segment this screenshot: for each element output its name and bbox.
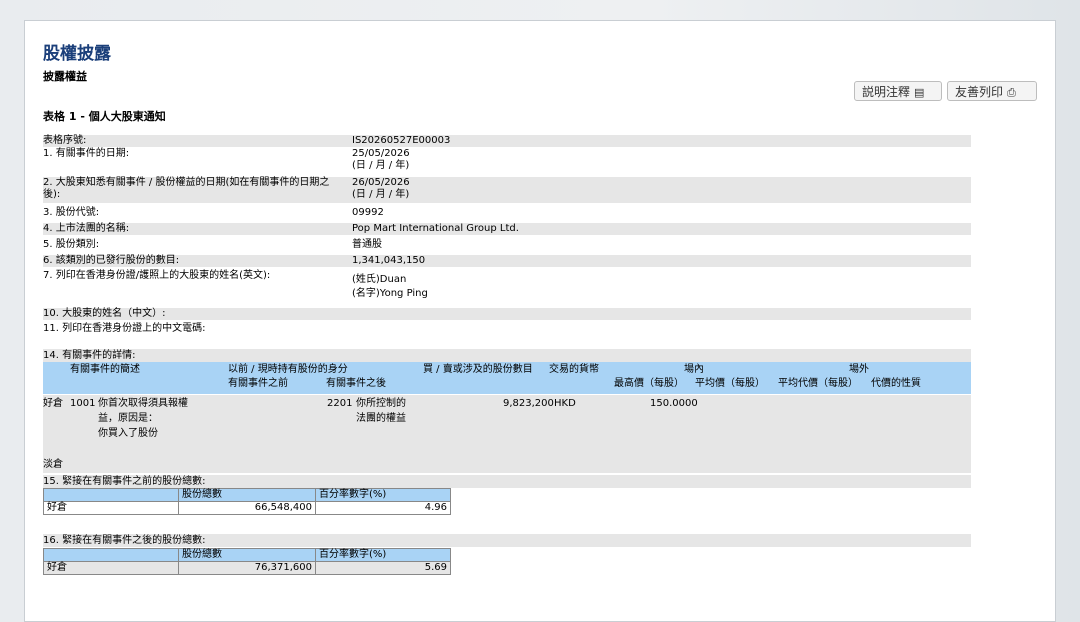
event-date-text: 25/05/2026 <box>352 148 410 159</box>
share-class-label: 5. 股份類別: <box>43 239 100 250</box>
aware-date-value: 26/05/2026 (日 / 月 / 年) <box>352 177 410 201</box>
field-chinese-name: 10. 大股東的姓名（中文）: <box>43 308 971 320</box>
issued-shares-label: 6. 該類別的已發行股份的數目: <box>43 255 180 266</box>
header-event-desc: 有關事件的簡述 <box>70 364 140 375</box>
after-totals-table: 股份總數 百分率數字(%) 好倉 76,371,600 5.69 <box>43 548 451 575</box>
printer-icon: ⎙ <box>1007 86 1016 99</box>
field-english-name: 7. 列印在香港身份證/護照上的大股東的姓名(英文): (姓氏)Duan (名字… <box>43 270 971 304</box>
header-shares-involved: 買 / 賣或涉及的股份數目 <box>423 364 533 375</box>
stock-code-label: 3. 股份代號: <box>43 207 100 218</box>
after-row-shares: 76,371,600 <box>178 561 316 575</box>
after-head-shares: 股份總數 <box>178 548 316 562</box>
issued-shares-value: 1,341,043,150 <box>352 255 426 266</box>
header-capacity: 以前 / 現時持有股份的身分 <box>228 364 348 375</box>
field-chinese-code: 11. 列印在香港身份證上的中文電碼: <box>43 323 971 335</box>
after-head-empty <box>43 548 179 562</box>
before-head-shares: 股份總數 <box>178 488 316 502</box>
before-row-percent: 4.96 <box>315 501 451 515</box>
before-totals-label-text: 15. 緊接在有關事件之前的股份總數: <box>43 476 206 487</box>
header-capacity-before: 有關事件之前 <box>228 378 288 389</box>
details-table-header: 有關事件的簡述 以前 / 現時持有股份的身分 有關事件之前 有關事件之後 買 /… <box>43 362 971 394</box>
corp-name-label: 4. 上市法團的名稱: <box>43 223 130 234</box>
row-capacity-line1: 你所控制的 <box>356 398 406 409</box>
english-name-value: (姓氏)Duan (名字)Yong Ping <box>352 273 428 301</box>
after-row-percent: 5.69 <box>315 561 451 575</box>
row-capacity-line2: 法團的權益 <box>356 413 406 424</box>
header-capacity-after: 有關事件之後 <box>326 378 386 389</box>
row-capacity-code: 2201 <box>327 398 353 409</box>
print-button-label: 友善列印 <box>955 85 1004 99</box>
details-table-body: 好倉 1001 你首次取得須具報權 益，原因是： 你買入了股份 2201 你所控… <box>43 395 971 473</box>
before-row-shares: 66,548,400 <box>178 501 316 515</box>
page-subtitle: 披露權益 <box>43 70 87 83</box>
field-corp-name: 4. 上市法團的名稱: Pop Mart International Group… <box>43 223 971 235</box>
surname-value: (姓氏)Duan <box>352 274 407 285</box>
field-serial: 表格序號: IS20260527E00003 <box>43 135 971 147</box>
row-event-code: 1001 <box>70 398 96 409</box>
before-totals-label: 15. 緊接在有關事件之前的股份總數: <box>43 475 971 488</box>
row-position: 好倉 <box>43 398 63 409</box>
after-totals-label: 16. 緊接在有關事件之後的股份總數: <box>43 534 971 547</box>
chinese-name-label: 10. 大股東的姓名（中文）: <box>43 308 166 319</box>
header-off-avg-price: 平均代價（每股） <box>778 378 858 389</box>
before-head-empty <box>43 488 179 502</box>
event-date-label: 1. 有關事件的日期: <box>43 148 130 159</box>
aware-date-label-line1: 2. 大股東知悉有關事件 / 股份權益的日期(如在有關事件的日期之 <box>43 177 330 188</box>
field-stock-code: 3. 股份代號: 09992 <box>43 207 971 219</box>
before-totals-table: 股份總數 百分率數字(%) 好倉 66,548,400 4.96 <box>43 488 451 515</box>
table-row: 好倉 66,548,400 4.96 <box>43 501 451 515</box>
row-highest-price: 150.0000 <box>650 398 698 409</box>
header-on-exchange: 場內 <box>684 364 704 375</box>
serial-value: IS20260527E00003 <box>352 135 451 146</box>
notes-button-label: 説明注釋 <box>862 85 911 99</box>
row-event-desc-line3: 你買入了股份 <box>98 428 158 439</box>
document-icon: ▤ <box>914 86 925 99</box>
field-aware-date: 2. 大股東知悉有關事件 / 股份權益的日期(如在有關事件的日期之 後): 26… <box>43 177 971 203</box>
header-consideration: 代價的性質 <box>871 378 921 389</box>
table-row: 好倉 76,371,600 5.69 <box>43 561 451 575</box>
field-share-class: 5. 股份類別: 普通股 <box>43 239 971 251</box>
share-class-value: 普通股 <box>352 239 382 250</box>
header-currency: 交易的貨幣 <box>549 364 599 375</box>
corp-name-value: Pop Mart International Group Ltd. <box>352 223 519 234</box>
row-currency: HKD <box>554 398 576 409</box>
form-title: 表格 1 - 個人大股東通知 <box>43 110 166 123</box>
header-off-exchange: 場外 <box>849 364 869 375</box>
after-row-label: 好倉 <box>43 561 179 575</box>
print-button[interactable]: 友善列印 ⎙ <box>947 81 1037 101</box>
header-highest-price: 最高價（每股） <box>614 378 684 389</box>
after-totals-label-text: 16. 緊接在有關事件之後的股份總數: <box>43 535 206 546</box>
aware-date-text: 26/05/2026 <box>352 177 410 188</box>
before-head-percent: 百分率數字(%) <box>315 488 451 502</box>
english-name-label: 7. 列印在香港身份證/護照上的大股東的姓名(英文): <box>43 270 271 281</box>
header-avg-price: 平均價（每股） <box>695 378 765 389</box>
row-shares: 9,823,200 <box>503 398 554 409</box>
table-row: 股份總數 百分率數字(%) <box>43 488 451 502</box>
aware-date-format: (日 / 月 / 年) <box>352 189 410 200</box>
stock-code-value: 09992 <box>352 207 384 218</box>
row-short-position: 淡倉 <box>43 459 63 470</box>
details-label-text: 14. 有關事件的詳情: <box>43 350 136 361</box>
serial-label: 表格序號: <box>43 135 87 146</box>
before-row-label: 好倉 <box>43 501 179 515</box>
row-event-desc-line2: 益，原因是： <box>98 413 158 424</box>
disclosure-panel: 股權披露 披露權益 表格 1 - 個人大股東通知 説明注釋 ▤ 友善列印 ⎙ 表格序… <box>24 20 1056 622</box>
row-event-desc-line1: 你首次取得須具報權 <box>98 398 188 409</box>
after-head-percent: 百分率數字(%) <box>315 548 451 562</box>
field-event-date: 1. 有關事件的日期: 25/05/2026 (日 / 月 / 年) <box>43 148 971 174</box>
event-date-value: 25/05/2026 (日 / 月 / 年) <box>352 148 410 172</box>
notes-button[interactable]: 説明注釋 ▤ <box>854 81 942 101</box>
field-issued-shares: 6. 該類別的已發行股份的數目: 1,341,043,150 <box>43 255 971 267</box>
table-row: 股份總數 百分率數字(%) <box>43 548 451 562</box>
details-section-label: 14. 有關事件的詳情: <box>43 349 971 362</box>
event-date-format: (日 / 月 / 年) <box>352 160 410 171</box>
aware-date-label-line2: 後): <box>43 189 61 200</box>
chinese-code-label: 11. 列印在香港身份證上的中文電碼: <box>43 323 206 334</box>
given-name-value: (名字)Yong Ping <box>352 288 428 299</box>
aware-date-label: 2. 大股東知悉有關事件 / 股份權益的日期(如在有關事件的日期之 後): <box>43 177 363 201</box>
page-title: 股權披露 <box>43 44 111 64</box>
